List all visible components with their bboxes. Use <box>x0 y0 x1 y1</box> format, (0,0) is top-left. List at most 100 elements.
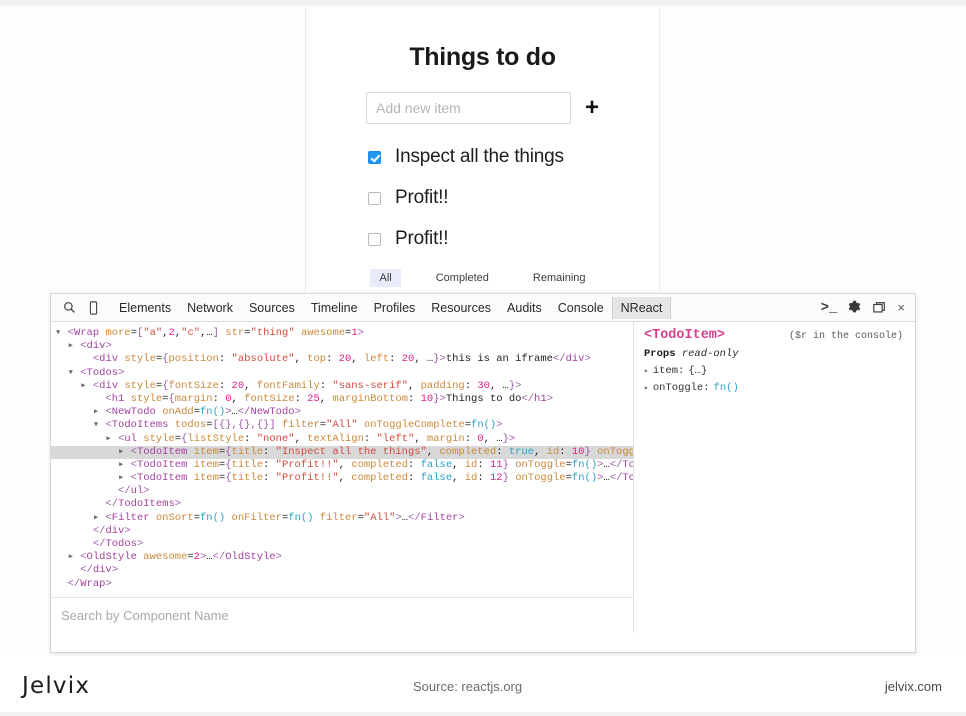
component-tree-row[interactable]: ▸ <TodoItem item={title: "Profit!!", com… <box>51 459 633 472</box>
expand-triangle-down-icon[interactable]: ▾ <box>55 327 68 339</box>
expand-triangle-right-icon[interactable]: ▸ <box>93 512 106 524</box>
code-token: > <box>174 498 182 511</box>
expand-triangle-right-icon[interactable]: ▸ <box>644 383 649 393</box>
code-token: "c" <box>181 327 201 339</box>
component-tree-row[interactable]: </div> <box>51 525 633 538</box>
code-token: , <box>231 392 245 405</box>
component-tree-row[interactable]: </Wrap> <box>51 578 633 591</box>
code-token: </ <box>80 564 93 577</box>
code-token: </ <box>92 524 106 537</box>
console-drawer-icon[interactable]: >_ <box>821 296 838 320</box>
tab-audits[interactable]: Audits <box>499 297 550 319</box>
dock-icon[interactable] <box>872 296 887 320</box>
gear-icon[interactable] <box>847 296 862 320</box>
code-token: OldStyle <box>86 551 137 564</box>
todo-checkbox[interactable] <box>368 191 381 205</box>
component-tree-row[interactable]: ▸ <Filter onSort=fn() onFilter=fn() filt… <box>51 512 633 525</box>
code-token: , <box>294 432 308 445</box>
expand-triangle-right-icon[interactable]: ▸ <box>80 380 93 392</box>
component-tree-row[interactable]: ▾ <TodoItems todos=[{},{},{}] filter="Al… <box>51 419 633 432</box>
expand-triangle-down-icon[interactable]: ▾ <box>68 367 81 379</box>
filter-button-remaining[interactable]: Remaining <box>524 269 595 287</box>
todo-checkbox[interactable] <box>368 232 381 246</box>
add-item-input[interactable] <box>365 92 571 124</box>
prop-row[interactable]: ▸ item: {…} <box>644 365 915 377</box>
device-toolbar-icon[interactable] <box>81 296 105 320</box>
tab-profiles[interactable]: Profiles <box>366 297 424 319</box>
code-token: fn() <box>288 511 314 524</box>
component-tree-row[interactable]: ▸ <div> <box>51 340 633 353</box>
tab-timeline[interactable]: Timeline <box>303 297 366 319</box>
code-token: 20 <box>401 353 415 366</box>
expand-triangle-right-icon[interactable]: ▸ <box>644 366 649 376</box>
tab-console[interactable]: Console <box>550 297 612 319</box>
tab-nreact[interactable]: NReact <box>611 296 672 319</box>
component-tree-row[interactable]: ▸ <TodoItem item={title: "Profit!!", com… <box>51 472 633 485</box>
filter-button-all[interactable]: All <box>370 269 401 287</box>
code-token: Wrap <box>80 577 106 590</box>
add-item-button[interactable]: + <box>585 96 599 120</box>
code-token: Wrap <box>73 327 100 339</box>
code-token: 20 <box>231 379 245 392</box>
component-tree-row[interactable]: </ul> <box>51 485 633 498</box>
component-tree-row[interactable]: ▸ <TodoItem item={title: "Inspect all th… <box>51 445 633 459</box>
page-title: Things to do <box>409 43 556 71</box>
component-tree-row[interactable]: </Todos> <box>51 538 633 551</box>
component-tree-row[interactable]: </TodoItems> <box>51 498 633 511</box>
code-token: , <box>244 379 257 392</box>
code-token: , <box>452 458 465 471</box>
code-token: div <box>86 340 106 353</box>
code-token: NewTodo <box>111 406 156 419</box>
component-tree-pane[interactable]: ▾ <Wrap more=["a",2,"c",…] str="thing" a… <box>51 322 634 633</box>
expand-triangle-right-icon[interactable]: ▸ <box>118 459 131 471</box>
code-token: </ <box>105 498 119 511</box>
filter-button-completed[interactable]: Completed <box>427 269 498 287</box>
component-tree-row[interactable]: ▾ <Todos> <box>51 367 633 380</box>
tab-network[interactable]: Network <box>179 297 241 319</box>
code-token: "a" <box>143 327 163 339</box>
component-tree: ▾ <Wrap more=["a",2,"c",…] str="thing" a… <box>51 327 633 591</box>
todo-checkbox[interactable] <box>368 150 381 164</box>
code-token: , … <box>483 432 503 445</box>
code-token: 11 <box>489 458 503 471</box>
tab-sources[interactable]: Sources <box>241 297 303 319</box>
prop-row[interactable]: ▸ onToggle: fn() <box>644 382 915 394</box>
tab-resources[interactable]: Resources <box>423 297 499 319</box>
code-token: fn() <box>571 458 598 471</box>
component-tree-row[interactable]: ▾ <Wrap more=["a",2,"c",…] str="thing" a… <box>51 327 633 340</box>
component-tree-row[interactable]: ▸ <OldStyle awesome=2>…</OldStyle> <box>51 551 633 564</box>
expand-triangle-right-icon[interactable]: ▸ <box>118 446 131 458</box>
expand-triangle-right-icon[interactable]: ▸ <box>93 406 106 418</box>
component-tree-row[interactable]: ▸ <div style={fontSize: 20, fontFamily: … <box>51 380 633 393</box>
search-icon[interactable] <box>57 296 81 320</box>
component-tree-row[interactable]: </div> <box>51 564 633 577</box>
component-tree-row[interactable]: ▸ <NewTodo onAdd=fn()>…</NewTodo> <box>51 406 633 419</box>
filter-buttons: All Completed Remaining <box>306 269 659 287</box>
code-token: fontSize <box>168 379 219 392</box>
code-token: str <box>225 327 245 339</box>
code-token: : <box>218 353 232 366</box>
devtools-tabs: Elements Network Sources Timeline Profiles Re… <box>111 296 672 319</box>
code-token: item <box>193 472 219 485</box>
expand-triangle-down-icon[interactable]: ▾ <box>93 419 106 431</box>
code-token: : <box>218 379 232 392</box>
code-token: margin <box>174 392 213 405</box>
component-tree-row[interactable]: <div style={position: "absolute", top: 2… <box>51 353 633 366</box>
code-token: Filter <box>111 511 150 524</box>
code-token: > <box>124 524 131 537</box>
close-icon[interactable]: × <box>897 296 905 320</box>
code-token: : <box>559 445 572 458</box>
expand-triangle-right-icon[interactable]: ▸ <box>68 551 81 563</box>
expand-triangle-right-icon[interactable]: ▸ <box>105 433 118 445</box>
component-search-input[interactable] <box>59 607 611 624</box>
expand-triangle-right-icon[interactable]: ▸ <box>118 472 131 484</box>
component-tree-row[interactable]: ▸ <ul style={listStyle: "none", textAlig… <box>51 433 633 446</box>
tab-elements[interactable]: Elements <box>111 297 179 319</box>
code-token: onToggle <box>515 458 566 471</box>
code-token: > <box>275 551 282 564</box>
component-tree-row[interactable]: <h1 style={margin: 0, fontSize: 25, marg… <box>51 393 633 406</box>
code-token: fn() <box>471 419 497 432</box>
code-token: </ <box>237 406 251 419</box>
expand-triangle-right-icon[interactable]: ▸ <box>68 340 81 352</box>
